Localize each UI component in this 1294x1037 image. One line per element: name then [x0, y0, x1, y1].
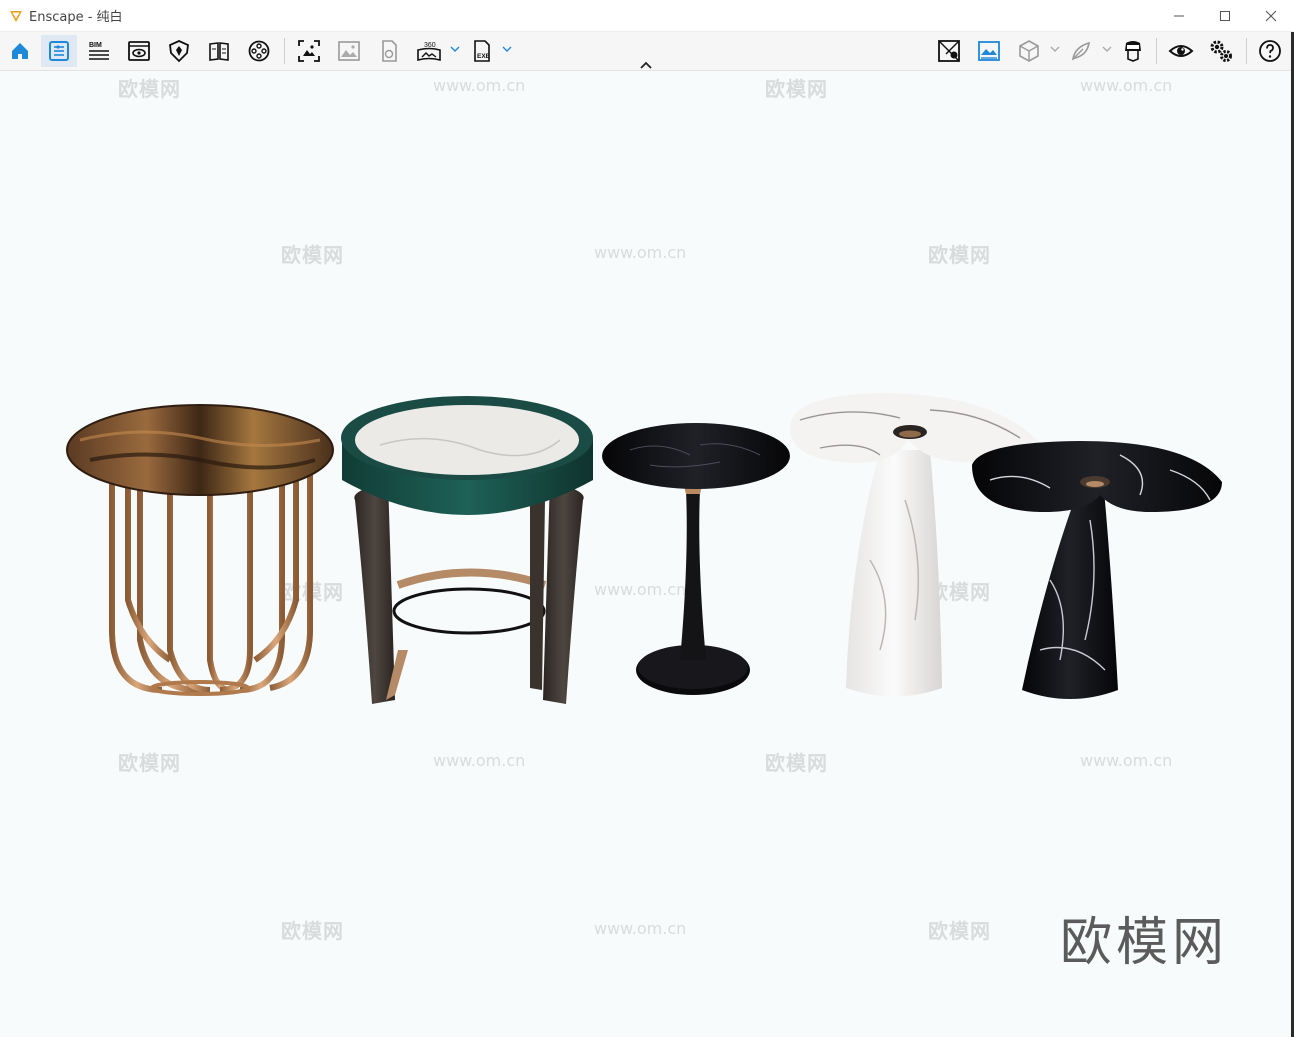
render-scene	[66, 393, 1222, 704]
toolbar-separator	[1246, 38, 1247, 64]
brand-watermark: 欧模网	[1060, 913, 1229, 973]
skyline-image-button[interactable]	[971, 35, 1007, 67]
feather-icon	[1071, 41, 1090, 61]
maximize-icon	[1220, 11, 1230, 21]
view-management-icon	[128, 41, 150, 61]
home-button[interactable]	[2, 35, 38, 67]
panorama-button[interactable]: 360	[411, 35, 447, 67]
map-icon	[938, 40, 960, 62]
green-drum-side-table	[341, 396, 593, 704]
exe-label: EXE	[477, 53, 491, 60]
box-view-icon	[1019, 40, 1039, 62]
maximize-button[interactable]	[1202, 0, 1248, 32]
eye-icon	[1168, 45, 1194, 57]
bim-icon: BIM	[89, 42, 109, 60]
map-button[interactable]	[931, 35, 967, 67]
material-button[interactable]	[161, 35, 197, 67]
asset-library-icon	[209, 42, 229, 61]
title-bar: Enscape - 纯白	[0, 0, 1294, 32]
chevron-up-icon	[640, 61, 652, 69]
chevron-down-icon	[502, 46, 512, 52]
window-title: Enscape - 纯白	[29, 10, 123, 25]
exe-export-button[interactable]: EXE	[464, 35, 500, 67]
collapse-toolbar-button[interactable]	[636, 58, 656, 72]
eye-button[interactable]	[1163, 35, 1199, 67]
exe-dropdown[interactable]	[501, 42, 513, 56]
feather-dropdown[interactable]	[1101, 42, 1113, 56]
export-file-button[interactable]	[371, 35, 407, 67]
window-controls	[1156, 0, 1294, 32]
skyline-image-icon	[978, 41, 1000, 61]
close-button[interactable]	[1248, 0, 1294, 32]
black-pedestal-side-table	[602, 423, 790, 695]
chevron-down-icon	[1102, 46, 1112, 52]
render-image-button[interactable]	[331, 35, 367, 67]
panorama-360-icon: 360	[417, 42, 441, 62]
close-icon	[1265, 10, 1277, 22]
minimize-icon	[1174, 15, 1184, 17]
chevron-down-icon	[450, 46, 460, 52]
visual-settings-button[interactable]	[41, 35, 77, 67]
video-reel-icon	[248, 40, 270, 62]
chevron-down-icon	[1050, 46, 1060, 52]
vr-headset-button[interactable]	[1115, 35, 1151, 67]
wood-cage-side-table	[66, 404, 334, 696]
render-image-icon	[338, 41, 360, 61]
white-marble-cone-side-table	[790, 393, 1037, 697]
help-icon	[1259, 40, 1281, 62]
box-view-dropdown[interactable]	[1049, 42, 1061, 56]
view-management-button[interactable]	[121, 35, 157, 67]
export-file-icon	[382, 40, 397, 62]
screenshot-icon	[298, 40, 320, 62]
vr-headset-icon	[1125, 41, 1141, 62]
bim-button[interactable]: BIM	[81, 35, 117, 67]
enscape-logo-icon	[10, 10, 22, 22]
toolbar-separator	[1156, 38, 1157, 64]
home-icon	[12, 43, 28, 59]
toolbar-separator	[284, 38, 285, 64]
settings-gears-icon	[1210, 40, 1232, 62]
bim-label: BIM	[89, 42, 102, 49]
black-marble-cone-side-table	[972, 441, 1222, 699]
video-editor-button[interactable]	[241, 35, 277, 67]
box-view-button[interactable]	[1011, 35, 1047, 67]
settings-button[interactable]	[1203, 35, 1239, 67]
help-button[interactable]	[1252, 35, 1288, 67]
screenshot-button[interactable]	[291, 35, 327, 67]
panorama-dropdown[interactable]	[449, 42, 461, 56]
material-shield-icon	[169, 40, 189, 63]
minimize-button[interactable]	[1156, 0, 1202, 32]
exe-export-icon: EXE	[474, 40, 491, 62]
feather-button[interactable]	[1063, 35, 1099, 67]
visual-settings-icon	[49, 41, 69, 61]
render-viewport[interactable]: 欧模网 www.om.cn 欧模网 www.om.cn 欧模网 www.om.c…	[0, 71, 1291, 1037]
asset-library-button[interactable]	[201, 35, 237, 67]
